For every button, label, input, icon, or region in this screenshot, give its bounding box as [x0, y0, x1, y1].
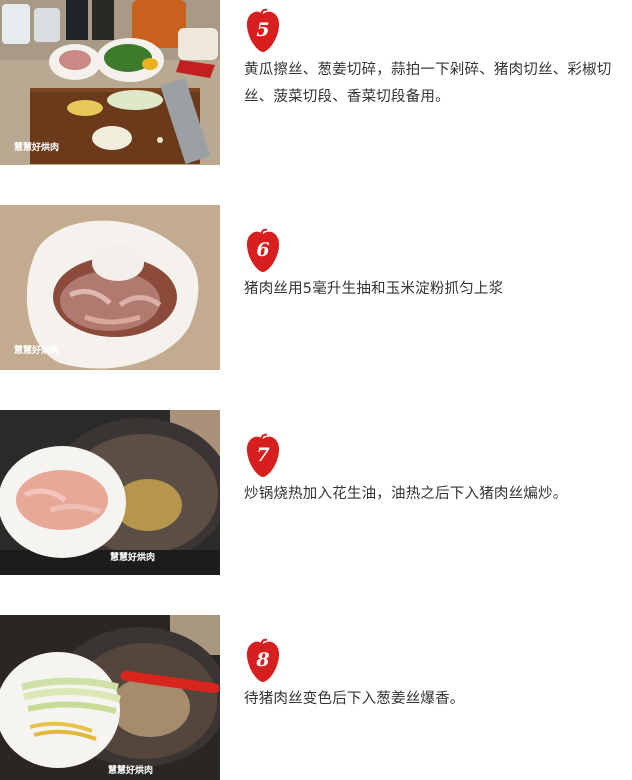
recipe-step-6: 慧慧好烘肉 6 猪肉丝用5毫升生抽和玉米淀粉抓匀上浆	[0, 205, 632, 370]
step-5-photo: 慧慧好烘肉	[0, 0, 220, 165]
step-number-badge: 5	[244, 8, 282, 54]
recipe-step-5: 慧慧好烘肉 5 黄瓜擦丝、葱姜切碎，蒜拍一下剁碎、猪肉切丝、彩椒切丝、菠菜切段、…	[0, 0, 632, 165]
step-8-photo: 慧慧好烘肉	[0, 615, 220, 780]
step-number-badge: 7	[244, 433, 282, 479]
recipe-step-7: 慧慧好烘肉 7 炒锅烧热加入花生油，油热之后下入猪肉丝煸炒。	[0, 410, 632, 575]
svg-text:慧慧好烘肉: 慧慧好烘肉	[110, 551, 155, 563]
step-number-badge: 6	[244, 228, 282, 274]
step-number: 6	[256, 239, 270, 261]
step-description: 待猪肉丝变色后下入葱姜丝爆香。	[244, 691, 465, 707]
step-number: 5	[256, 19, 270, 41]
svg-text:慧慧好烘肉: 慧慧好烘肉	[14, 344, 59, 356]
step-number: 7	[256, 444, 270, 466]
step-description: 黄瓜擦丝、葱姜切碎，蒜拍一下剁碎、猪肉切丝、彩椒切丝、菠菜切段、香菜切段备用。	[244, 62, 612, 105]
step-7-photo: 慧慧好烘肉	[0, 410, 220, 575]
step-description: 猪肉丝用5毫升生抽和玉米淀粉抓匀上浆	[244, 281, 504, 297]
step-number: 8	[256, 649, 270, 671]
step-description: 炒锅烧热加入花生油，油热之后下入猪肉丝煸炒。	[244, 486, 568, 502]
recipe-step-8: 慧慧好烘肉 8 待猪肉丝变色后下入葱姜丝爆香。	[0, 615, 632, 780]
svg-text:慧慧好烘肉: 慧慧好烘肉	[14, 141, 59, 153]
step-number-badge: 8	[244, 638, 282, 684]
svg-text:慧慧好烘肉: 慧慧好烘肉	[108, 764, 153, 776]
step-6-photo: 慧慧好烘肉	[0, 205, 220, 370]
